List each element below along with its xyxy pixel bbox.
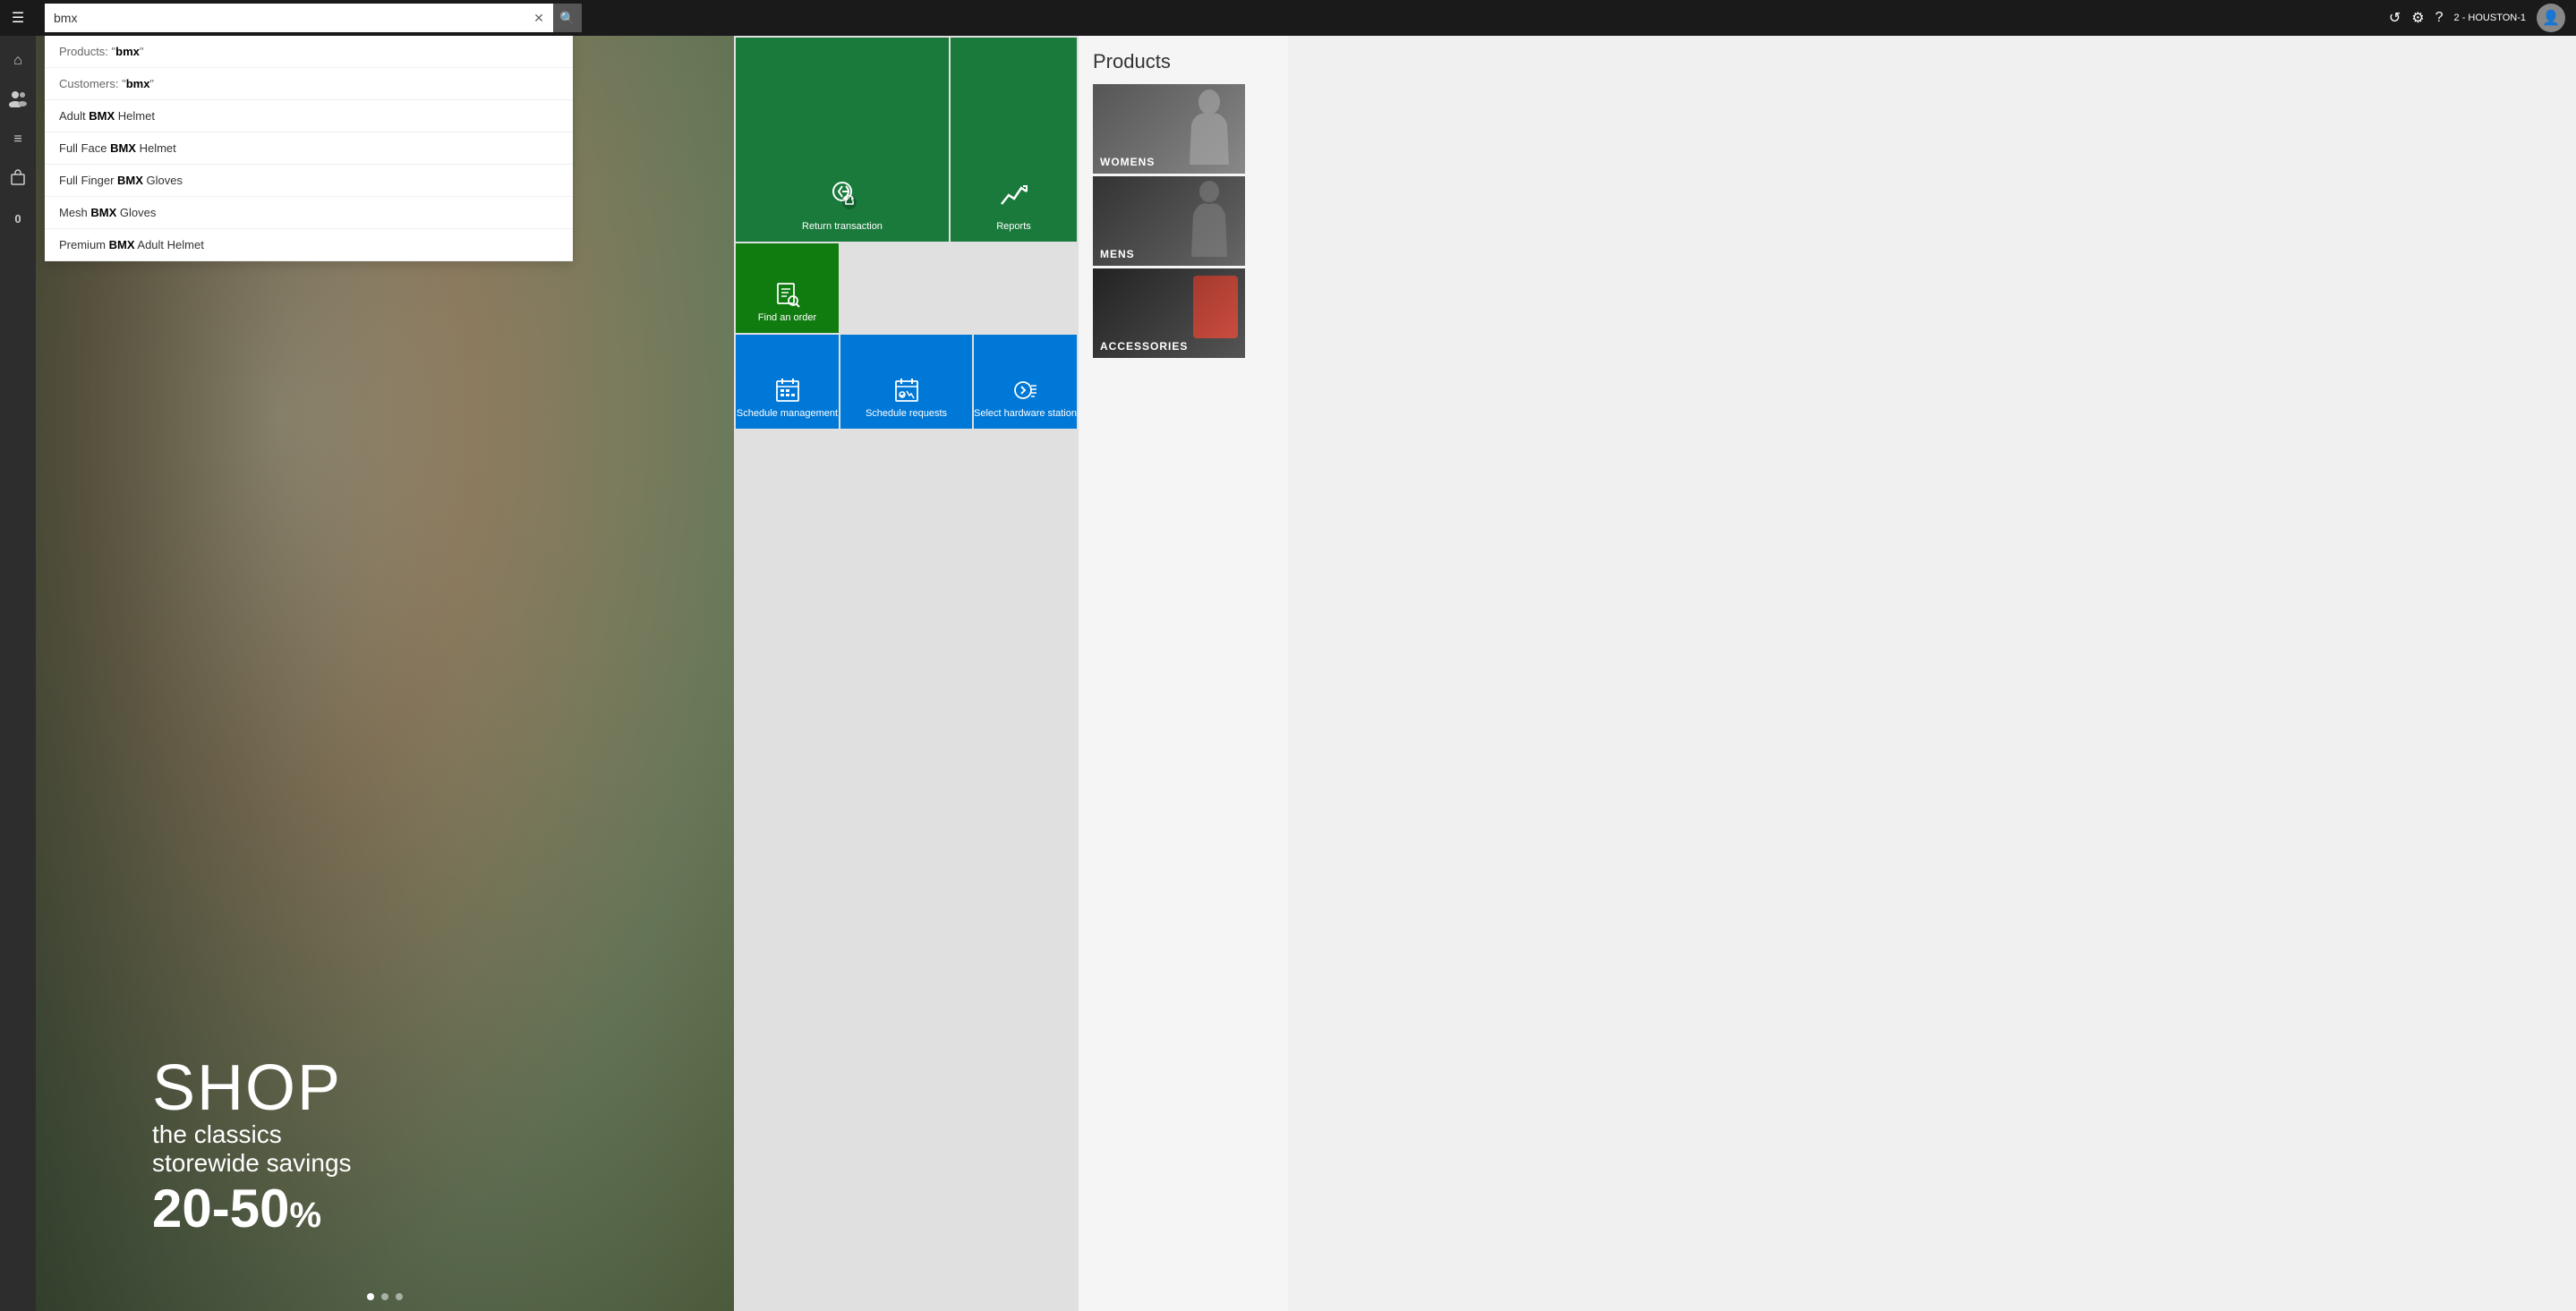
tile-find-order-label: Find an order [758, 312, 816, 324]
hero-pagination [367, 1293, 403, 1300]
return-transaction-icon [826, 179, 858, 221]
suggestion-premium-bmx[interactable]: Premium BMX Adult Helmet [45, 229, 573, 261]
search-clear-button[interactable]: ✕ [525, 4, 553, 32]
hamburger-button[interactable]: ☰ [0, 0, 36, 36]
sidebar-item-products[interactable] [0, 161, 36, 197]
schedule-mgmt-icon [774, 377, 801, 408]
suggestion-mesh-bmx[interactable]: Mesh BMX Gloves [45, 197, 573, 229]
refresh-icon: ↺ [2389, 11, 2401, 26]
product-womens-label: WOMENS [1100, 156, 1155, 168]
sidebar-item-home[interactable]: ⌂ [0, 43, 36, 79]
suggestion-full-face-bmx-text: Full Face BMX Helmet [59, 141, 176, 155]
tiles-row-2-right [840, 243, 1077, 333]
product-card-accessories[interactable]: ACCESSORIES [1093, 268, 1245, 358]
search-input[interactable] [45, 4, 582, 32]
tiles-area: Return transaction Reports [734, 36, 1079, 1311]
menu-icon: ≡ [13, 132, 21, 148]
suggestion-premium-bmx-text: Premium BMX Adult Helmet [59, 238, 204, 251]
refresh-button[interactable]: ↺ [2389, 9, 2401, 27]
find-order-icon [774, 281, 801, 312]
hero-discount-label: 20-50% [152, 1178, 352, 1239]
hero-dot-1[interactable] [367, 1293, 374, 1300]
tile-schedule-requests[interactable]: Schedule requests [840, 335, 972, 429]
suggestion-adult-bmx-helmet-text: Adult BMX Helmet [59, 109, 155, 123]
tile-schedule-management-label: Schedule management [737, 408, 838, 420]
home-icon: ⌂ [13, 53, 22, 69]
tile-reports-label: Reports [996, 221, 1031, 233]
suggestion-products-text: Products: "bmx" [59, 45, 144, 58]
hero-dot-3[interactable] [396, 1293, 403, 1300]
tile-select-hardware-station-label: Select hardware station [974, 408, 1077, 420]
tile-select-hardware-station[interactable]: Select hardware station [974, 335, 1077, 429]
avatar[interactable]: 👤 [2537, 4, 2565, 32]
sidebar-item-menu[interactable]: ≡ [0, 122, 36, 157]
help-button[interactable]: ? [2435, 10, 2444, 26]
products-panel-title: Products [1093, 50, 1274, 73]
search-dropdown: Products: "bmx" Customers: "bmx" Adult B… [45, 36, 573, 261]
sidebar: ⌂ ≡ 0 [0, 36, 36, 1311]
search-icons: ✕ 🔍 [525, 4, 582, 32]
reports-icon [998, 179, 1030, 221]
avatar-icon: 👤 [2542, 9, 2560, 27]
tiles-row-3: Schedule management Schedule requests [736, 335, 1077, 429]
suggestion-full-finger-bmx-text: Full Finger BMX Gloves [59, 174, 183, 187]
hero-sub-label: the classics [152, 1120, 352, 1149]
product-card-mens[interactable]: MENS [1093, 176, 1245, 266]
hero-text: SHOP the classics storewide savings 20-5… [152, 1056, 352, 1239]
topbar: ☰ ✕ 🔍 ↺ ⚙ ? 2 - HOUSTON-1 👤 [0, 0, 2576, 36]
search-icon: 🔍 [559, 11, 575, 26]
store-label: 2 - HOUSTON-1 [2454, 13, 2526, 23]
topbar-right: ↺ ⚙ ? 2 - HOUSTON-1 👤 [2389, 4, 2576, 32]
suggestion-customers-text: Customers: "bmx" [59, 77, 154, 90]
settings-button[interactable]: ⚙ [2411, 9, 2424, 27]
bag-icon [9, 168, 27, 191]
suggestion-products[interactable]: Products: "bmx" [45, 36, 573, 68]
product-mens-label: MENS [1100, 248, 1135, 260]
tile-reports[interactable]: Reports [951, 38, 1077, 242]
search-wrapper: ✕ 🔍 [45, 4, 582, 32]
tile-schedule-management[interactable]: Schedule management [736, 335, 839, 429]
suggestion-full-finger-bmx[interactable]: Full Finger BMX Gloves [45, 165, 573, 197]
suggestion-mesh-bmx-text: Mesh BMX Gloves [59, 206, 156, 219]
sidebar-item-customers[interactable] [0, 82, 36, 118]
hero-dot-2[interactable] [381, 1293, 388, 1300]
suggestion-adult-bmx-helmet[interactable]: Adult BMX Helmet [45, 100, 573, 132]
search-go-button[interactable]: 🔍 [553, 4, 582, 32]
hamburger-icon: ☰ [12, 9, 24, 27]
gear-icon: ⚙ [2411, 11, 2424, 26]
products-panel: Products WOMENS MENS ACCESSORIES [1079, 36, 1288, 1311]
tile-return-transaction[interactable]: Return transaction [736, 38, 949, 242]
tiles-row-1: Return transaction Reports [736, 38, 1077, 242]
sidebar-cart-count[interactable]: 0 [0, 200, 36, 236]
product-accessories-label: ACCESSORIES [1100, 340, 1188, 353]
suggestion-full-face-bmx[interactable]: Full Face BMX Helmet [45, 132, 573, 165]
customers-icon [9, 89, 27, 112]
hero-sub2-label: storewide savings [152, 1149, 352, 1178]
product-card-womens[interactable]: WOMENS [1093, 84, 1245, 174]
cart-count-label: 0 [14, 212, 21, 226]
suggestion-customers[interactable]: Customers: "bmx" [45, 68, 573, 100]
help-icon: ? [2435, 10, 2444, 25]
select-hw-icon [1012, 377, 1039, 408]
clear-icon: ✕ [533, 11, 544, 26]
schedule-req-icon [893, 377, 920, 408]
tiles-row-2: Find an order [736, 243, 1077, 333]
tile-schedule-requests-label: Schedule requests [866, 408, 947, 420]
tile-find-order[interactable]: Find an order [736, 243, 839, 333]
tile-return-transaction-label: Return transaction [802, 221, 883, 233]
hero-shop-label: SHOP [152, 1056, 352, 1120]
